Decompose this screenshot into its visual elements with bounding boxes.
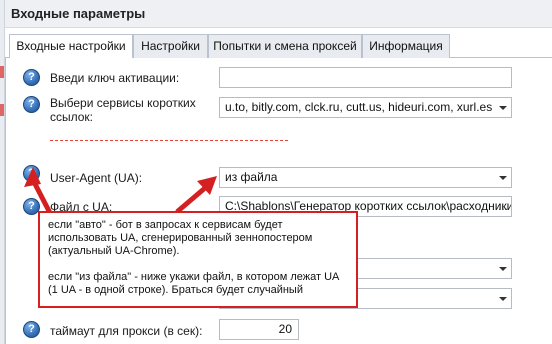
ellipsis-icon[interactable]: ... bbox=[498, 197, 508, 216]
question-icon[interactable]: ? bbox=[23, 165, 40, 182]
tab-retries-proxy[interactable]: Попытки и смена проксей bbox=[208, 34, 362, 58]
tooltip-paragraph-file: если "из файла" - ниже укажи файл, в кот… bbox=[48, 271, 339, 296]
chevron-down-icon[interactable] bbox=[499, 106, 507, 110]
short-link-services-label: Выбери сервисы коротких ссылок: bbox=[50, 96, 196, 124]
user-agent-value: из файла bbox=[225, 170, 278, 184]
activation-key-label: Введи ключ активации: bbox=[50, 71, 180, 85]
left-strip-marker bbox=[0, 104, 4, 116]
short-link-services-select[interactable]: u.to, bitly.com, clck.ru, cutt.us, hideu… bbox=[219, 97, 512, 118]
chevron-down-icon[interactable] bbox=[499, 297, 507, 301]
short-link-services-label-line2: ссылок: bbox=[50, 110, 94, 124]
left-strip-marker bbox=[0, 66, 4, 78]
question-icon[interactable]: ? bbox=[23, 69, 40, 86]
tab-information[interactable]: Информация bbox=[362, 34, 450, 58]
chevron-down-icon[interactable] bbox=[499, 267, 507, 271]
proxy-timeout-label: таймаут для прокси (в сек): bbox=[50, 324, 203, 338]
tooltip-paragraph-auto: если "авто" - бот в запросах к сервисам … bbox=[48, 219, 313, 257]
window-header: Входные параметры bbox=[5, 0, 552, 28]
tab-strip: Входные настройки Настройки Попытки и см… bbox=[5, 34, 552, 59]
user-agent-label: User-Agent (UA): bbox=[50, 171, 143, 185]
annotation-tooltip: если "авто" - бот в запросах к сервисам … bbox=[38, 211, 358, 308]
chevron-down-icon[interactable] bbox=[499, 176, 507, 180]
tab-input-settings[interactable]: Входные настройки bbox=[9, 34, 133, 59]
question-icon[interactable]: ? bbox=[23, 96, 40, 113]
window-title: Входные параметры bbox=[11, 6, 146, 21]
short-link-services-value: u.to, bitly.com, clck.ru, cutt.us, hideu… bbox=[225, 100, 493, 114]
question-icon[interactable]: ? bbox=[23, 321, 40, 338]
section-divider bbox=[50, 140, 288, 141]
short-link-services-label-line1: Выбери сервисы коротких bbox=[50, 96, 196, 110]
user-agent-select[interactable]: из файла bbox=[219, 167, 512, 188]
activation-key-input[interactable] bbox=[219, 67, 512, 88]
proxy-timeout-input[interactable]: 20 bbox=[219, 319, 299, 340]
tab-settings[interactable]: Настройки bbox=[133, 34, 208, 58]
